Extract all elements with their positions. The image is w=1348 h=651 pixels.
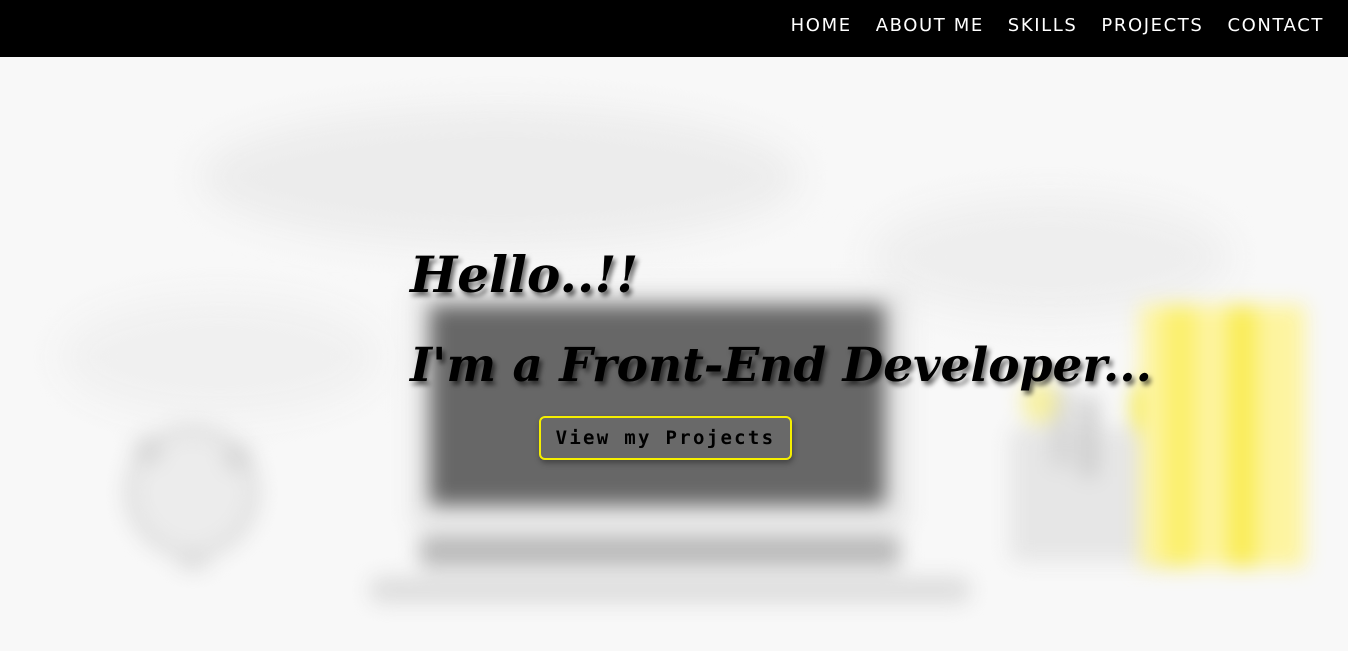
- nav-links: HOME ABOUT ME SKILLS PROJECTS CONTACT: [791, 0, 1324, 50]
- view-projects-button[interactable]: View my Projects: [539, 416, 792, 460]
- top-navbar: HOME ABOUT ME SKILLS PROJECTS CONTACT: [0, 0, 1348, 57]
- hero-section: Hello..!! I'm a Front-End Developer... V…: [0, 57, 1348, 651]
- nav-link-skills[interactable]: SKILLS: [1008, 15, 1078, 36]
- hero-greeting: Hello..!!: [410, 245, 639, 304]
- nav-link-projects[interactable]: PROJECTS: [1101, 15, 1203, 36]
- nav-link-home[interactable]: HOME: [791, 15, 852, 36]
- nav-link-contact[interactable]: CONTACT: [1227, 15, 1324, 36]
- hero-tagline: I'm a Front-End Developer...: [410, 338, 1152, 393]
- nav-link-about-me[interactable]: ABOUT ME: [876, 15, 984, 36]
